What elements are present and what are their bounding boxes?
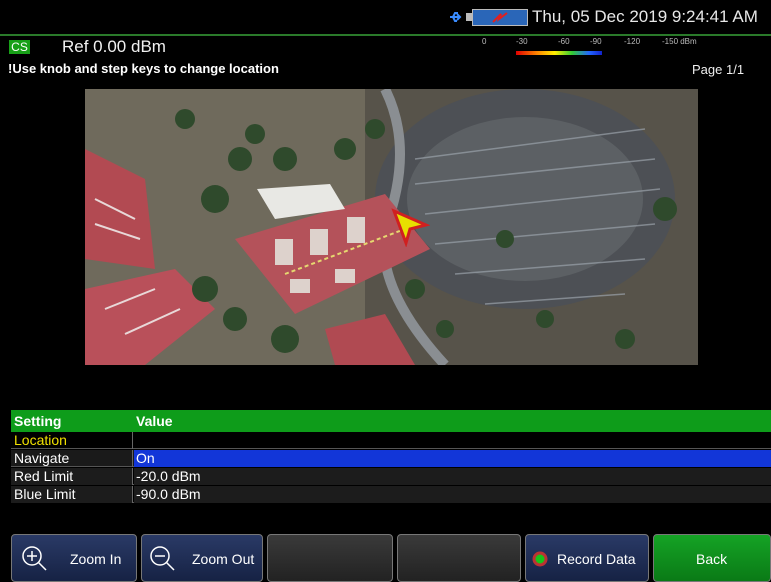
color-scale-bar <box>516 51 602 55</box>
zoom-in-icon <box>22 546 47 571</box>
datetime: Thu, 05 Dec 2019 9:24:41 AM <box>532 7 758 26</box>
scale-tick: -60 <box>558 37 570 46</box>
back-button[interactable]: Back <box>653 534 771 582</box>
zoom-out-label: Zoom Out <box>192 551 255 567</box>
table-row-navigate[interactable]: Navigate On <box>11 450 771 467</box>
setting-value: -90.0 dBm <box>134 486 771 503</box>
softkey-3-empty[interactable] <box>267 534 393 582</box>
setting-label: Red Limit <box>11 468 133 485</box>
setting-label: Blue Limit <box>11 486 133 503</box>
zoom-in-button[interactable]: Zoom In <box>11 534 137 582</box>
battery-icon <box>472 9 528 26</box>
mode-badge: CS <box>9 40 30 54</box>
setting-value <box>134 432 771 449</box>
zoom-out-icon <box>150 546 175 571</box>
header-divider <box>0 34 771 36</box>
setting-value: On <box>134 450 771 467</box>
satellite-map[interactable] <box>85 89 698 365</box>
scale-tick: 0 <box>482 37 487 46</box>
back-label: Back <box>696 551 728 567</box>
zoom-out-button[interactable]: Zoom Out <box>141 534 263 582</box>
record-data-button[interactable]: Record Data <box>525 534 649 582</box>
table-row-blue-limit[interactable]: Blue Limit -90.0 dBm <box>11 486 771 503</box>
scale-tick: -90 <box>590 37 602 46</box>
column-header-value: Value <box>136 413 173 429</box>
column-header-setting: Setting <box>14 413 62 429</box>
usb-icon <box>450 12 462 22</box>
setting-value: -20.0 dBm <box>134 468 771 485</box>
help-message: !Use knob and step keys to change locati… <box>8 61 279 76</box>
location-arrow-icon <box>391 208 430 247</box>
setting-label: Navigate <box>11 450 133 467</box>
page-indicator: Page 1/1 <box>692 62 745 77</box>
scale-tick: -120 <box>624 37 641 46</box>
color-scale: 0 -30 -60 -90 -120 -150 dBm <box>478 37 708 59</box>
setting-label: Location <box>11 432 133 449</box>
reference-level: Ref 0.00 dBm <box>62 37 166 56</box>
scale-tick: -30 <box>516 37 528 46</box>
record-indicator-icon <box>532 551 548 567</box>
table-header: Setting Value <box>11 410 771 432</box>
record-data-label: Record Data <box>557 551 636 567</box>
table-row-location[interactable]: Location <box>11 432 771 449</box>
zoom-in-label: Zoom In <box>70 551 122 567</box>
softkey-4-empty[interactable] <box>397 534 521 582</box>
status-bar: Thu, 05 Dec 2019 9:24:41 AM <box>0 0 771 34</box>
table-row-red-limit[interactable]: Red Limit -20.0 dBm <box>11 468 771 485</box>
scale-tick: -150 dBm <box>662 37 697 46</box>
